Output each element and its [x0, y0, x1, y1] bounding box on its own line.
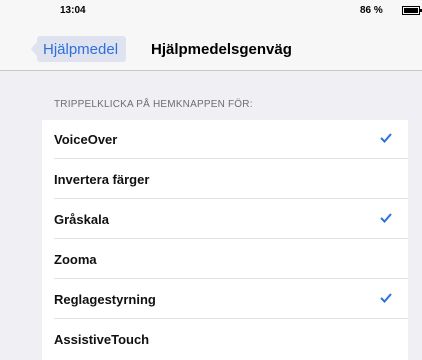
options-list: VoiceOver Invertera färger Gråskala Zoom…: [42, 120, 408, 360]
navigation-bar: Hjälpmedel Hjälpmedelsgenväg: [0, 24, 422, 71]
list-item-voiceover[interactable]: VoiceOver: [42, 120, 408, 159]
battery-icon: [402, 6, 422, 15]
row-divider: [54, 198, 408, 199]
list-item-label: Reglagestyrning: [54, 292, 156, 307]
battery-percentage: 86 %: [360, 5, 383, 16]
list-item-assistivetouch[interactable]: AssistiveTouch: [42, 320, 408, 359]
row-divider: [54, 278, 408, 279]
row-divider: [54, 238, 408, 239]
list-item-switch-control[interactable]: Reglagestyrning: [42, 280, 408, 319]
list-item-grayscale[interactable]: Gråskala: [42, 200, 408, 239]
chevron-left-icon: [31, 36, 42, 62]
checkmark-icon: [380, 133, 392, 143]
back-button[interactable]: Hjälpmedel: [28, 36, 127, 62]
list-item-label: AssistiveTouch: [54, 332, 150, 347]
list-item-label: VoiceOver: [54, 132, 118, 147]
row-divider: [54, 158, 408, 159]
checkmark-icon: [380, 213, 392, 223]
list-item-label: Gråskala: [54, 212, 109, 227]
status-time: 13:04: [60, 5, 86, 16]
section-header: TRIPPELKLICKA PÅ HEMKNAPPEN FÖR:: [54, 99, 253, 110]
row-divider: [54, 318, 408, 319]
list-item-zoom[interactable]: Zooma: [42, 240, 408, 279]
list-item-invert-colors[interactable]: Invertera färger: [42, 160, 408, 199]
status-bar: 13:04 86 %: [0, 0, 422, 24]
settings-content: TRIPPELKLICKA PÅ HEMKNAPPEN FÖR: VoiceOv…: [0, 71, 422, 360]
page-title: Hjälpmedelsgenväg: [151, 41, 292, 58]
list-item-label: Zooma: [54, 252, 97, 267]
checkmark-icon: [380, 293, 392, 303]
back-button-label: Hjälpmedel: [37, 36, 127, 62]
list-item-label: Invertera färger: [54, 172, 150, 187]
